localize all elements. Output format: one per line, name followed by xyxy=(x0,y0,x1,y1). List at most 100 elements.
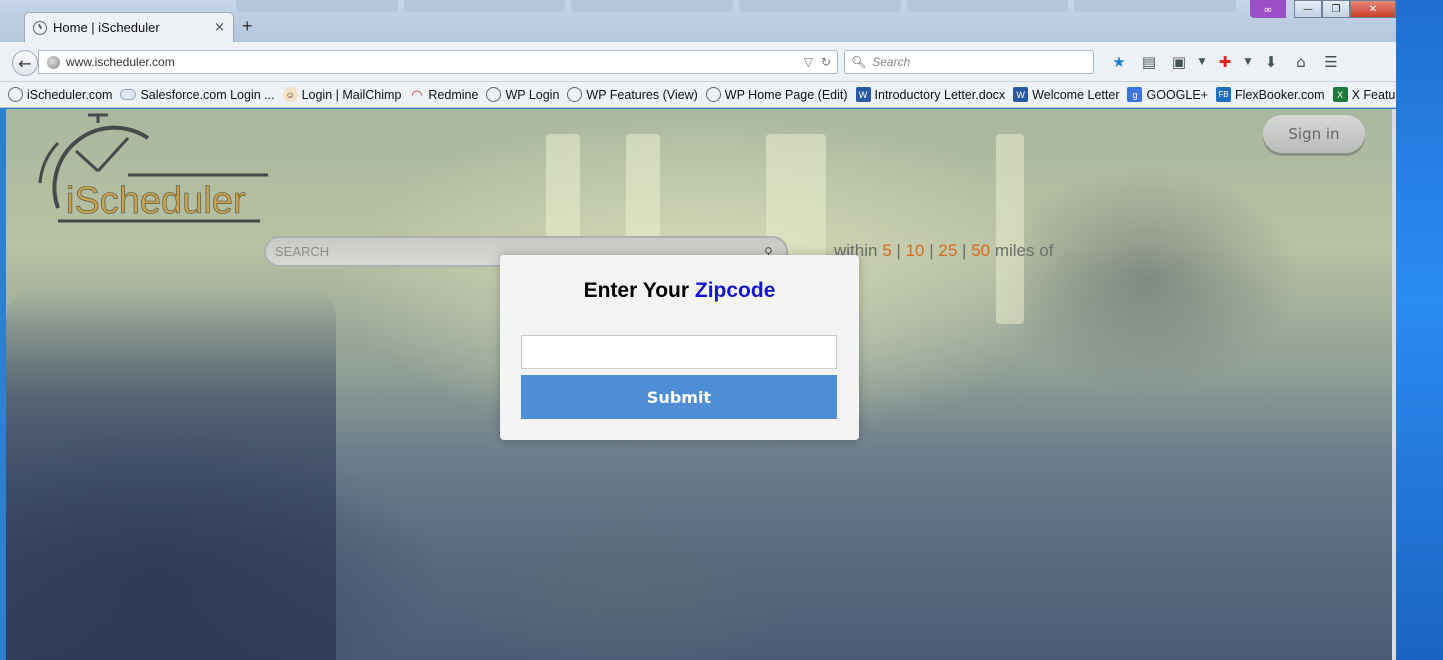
globe-icon xyxy=(47,55,60,69)
ischeduler-logo[interactable]: iScheduler xyxy=(28,113,278,228)
chevron-down-icon[interactable]: ▼ xyxy=(1194,52,1210,72)
bookmark-label: Introductory Letter.docx xyxy=(874,87,1006,102)
navigation-toolbar: ← www.ischeduler.com ▽ ↻ 🔍︎ Search ★ ▤ ▣… xyxy=(0,42,1396,82)
word-icon: W xyxy=(1013,87,1029,102)
radius-option-5[interactable]: 5 xyxy=(882,241,891,260)
modal-title-highlight: Zipcode xyxy=(694,279,776,302)
modal-title-prefix: Enter Your xyxy=(583,279,690,302)
window-controls: ∞ — ❐ ✕ xyxy=(1250,0,1396,18)
toolbar-icons: ★ ▤ ▣ ▼ ✚ ▼ ⬇ ⌂ ☰ xyxy=(1104,52,1346,72)
new-tab-button[interactable]: + xyxy=(242,16,253,37)
addon-icon[interactable]: ✚ xyxy=(1210,52,1240,72)
browser-titlebar: Home | iScheduler × + ∞ — ❐ ✕ xyxy=(0,0,1396,42)
bookmark-wp-login[interactable]: WP Login xyxy=(486,87,559,102)
sign-in-button[interactable]: Sign in xyxy=(1263,115,1365,153)
reload-icon[interactable]: ↻ xyxy=(821,55,831,69)
bookmark-label: X FeatureList xyxy=(1351,87,1396,102)
bookmark-label: Salesforce.com Login ... xyxy=(140,87,275,102)
bookmark-wp-features[interactable]: WP Features (View) xyxy=(567,87,698,102)
cloud-icon xyxy=(120,89,137,100)
logo-text: iScheduler xyxy=(66,180,246,222)
bookmark-welcome-letter[interactable]: W Welcome Letter xyxy=(1013,87,1119,102)
excel-icon: X xyxy=(1332,87,1348,102)
tab-title: Home | iScheduler xyxy=(53,20,160,35)
page-viewport: iScheduler Sign in SEARCH ⚲ within 5 | 1… xyxy=(6,109,1392,660)
background-tab[interactable] xyxy=(403,0,566,12)
zipcode-input[interactable] xyxy=(521,335,837,369)
clock-icon xyxy=(33,20,47,35)
radius-option-25[interactable]: 25 xyxy=(938,241,957,260)
clock-icon xyxy=(705,87,721,102)
bookmark-google-plus[interactable]: g GOOGLE+ xyxy=(1127,87,1208,102)
background-tab[interactable] xyxy=(1074,0,1237,12)
bookmark-label: iScheduler.com xyxy=(27,87,113,102)
url-bar-actions: ▽ ↻ xyxy=(804,55,837,69)
reading-list-icon[interactable]: ▤ xyxy=(1134,52,1164,72)
background-tab[interactable] xyxy=(906,0,1069,12)
separator: | xyxy=(962,241,967,260)
bookmark-flexbooker[interactable]: FB FlexBooker.com xyxy=(1215,87,1325,102)
separator: | xyxy=(929,241,934,260)
bookmark-label: WP Home Page (Edit) xyxy=(724,87,848,102)
save-icon[interactable]: ▣ xyxy=(1164,52,1194,72)
private-browsing-icon: ∞ xyxy=(1250,0,1286,18)
clock-icon xyxy=(8,87,23,102)
bookmarks-toolbar: iScheduler.com Salesforce.com Login ... … xyxy=(0,82,1396,108)
minimize-button[interactable]: — xyxy=(1294,0,1322,18)
submit-button[interactable]: Submit xyxy=(521,375,837,419)
bookmark-wp-home[interactable]: WP Home Page (Edit) xyxy=(705,87,848,102)
word-icon: W xyxy=(855,87,871,102)
windows-desktop xyxy=(1396,0,1443,660)
background-tab[interactable] xyxy=(739,0,901,12)
redmine-icon: ◠ xyxy=(411,86,423,102)
bookmark-redmine[interactable]: ◠ Redmine xyxy=(409,87,478,102)
google-icon: g xyxy=(1127,87,1143,102)
bookmark-label: Welcome Letter xyxy=(1032,87,1120,102)
bookmark-ischeduler[interactable]: iScheduler.com xyxy=(8,87,112,102)
bookmark-label: Login | MailChimp xyxy=(301,87,402,102)
tab-home-ischeduler[interactable]: Home | iScheduler × xyxy=(24,12,234,42)
bookmark-label: GOOGLE+ xyxy=(1146,87,1208,102)
home-icon[interactable]: ⌂ xyxy=(1286,52,1316,72)
mailchimp-icon: ☺ xyxy=(282,87,298,102)
radius-selector: within 5 | 10 | 25 | 50 miles of xyxy=(834,241,1053,261)
miles-of-label: miles of xyxy=(994,241,1054,260)
clock-icon xyxy=(486,87,502,102)
bookmark-mailchimp[interactable]: ☺ Login | MailChimp xyxy=(282,87,402,102)
bookmark-star-icon[interactable]: ★ xyxy=(1104,52,1134,72)
separator: | xyxy=(896,241,901,260)
url-bar[interactable]: www.ischeduler.com ▽ ↻ xyxy=(38,50,838,74)
bookmark-label: WP Features (View) xyxy=(586,87,698,102)
flexbooker-icon: FB xyxy=(1215,87,1231,102)
modal-title: Enter Your Zipcode xyxy=(500,279,859,303)
menu-icon[interactable]: ☰ xyxy=(1316,52,1346,72)
download-icon[interactable]: ⬇ xyxy=(1256,52,1286,72)
bookmark-label: Redmine xyxy=(428,87,479,102)
dropdown-icon[interactable]: ▽ xyxy=(804,55,813,69)
background-window-blur xyxy=(996,134,1024,324)
background-tabs xyxy=(236,0,1237,14)
background-tab[interactable] xyxy=(571,0,734,12)
close-tab-icon[interactable]: × xyxy=(214,20,225,35)
bookmark-label: FlexBooker.com xyxy=(1234,87,1325,102)
close-window-button[interactable]: ✕ xyxy=(1350,0,1396,18)
background-tab[interactable] xyxy=(236,0,398,12)
bookmark-featurelist[interactable]: XX FeatureList xyxy=(1332,87,1396,102)
back-arrow-icon: ← xyxy=(18,53,32,73)
maximize-button[interactable]: ❐ xyxy=(1322,0,1350,18)
search-icon: 🔍︎ xyxy=(851,55,867,69)
radius-option-50[interactable]: 50 xyxy=(971,241,990,260)
radius-option-10[interactable]: 10 xyxy=(906,241,925,260)
bookmark-label: WP Login xyxy=(505,87,560,102)
url-text[interactable]: www.ischeduler.com xyxy=(66,55,798,69)
bookmark-salesforce[interactable]: Salesforce.com Login ... xyxy=(120,87,275,102)
back-button[interactable]: ← xyxy=(12,50,38,76)
page-scrollbar[interactable] xyxy=(1392,109,1396,660)
browser-search-input[interactable]: 🔍︎ Search xyxy=(844,50,1094,74)
background-monitor-blur xyxy=(6,289,336,660)
search-placeholder: Search xyxy=(872,55,911,69)
zipcode-modal: Enter Your Zipcode Submit xyxy=(500,255,859,440)
bookmark-introductory-letter[interactable]: W Introductory Letter.docx xyxy=(855,87,1006,102)
clock-icon xyxy=(567,87,583,102)
chevron-down-icon[interactable]: ▼ xyxy=(1240,52,1256,72)
